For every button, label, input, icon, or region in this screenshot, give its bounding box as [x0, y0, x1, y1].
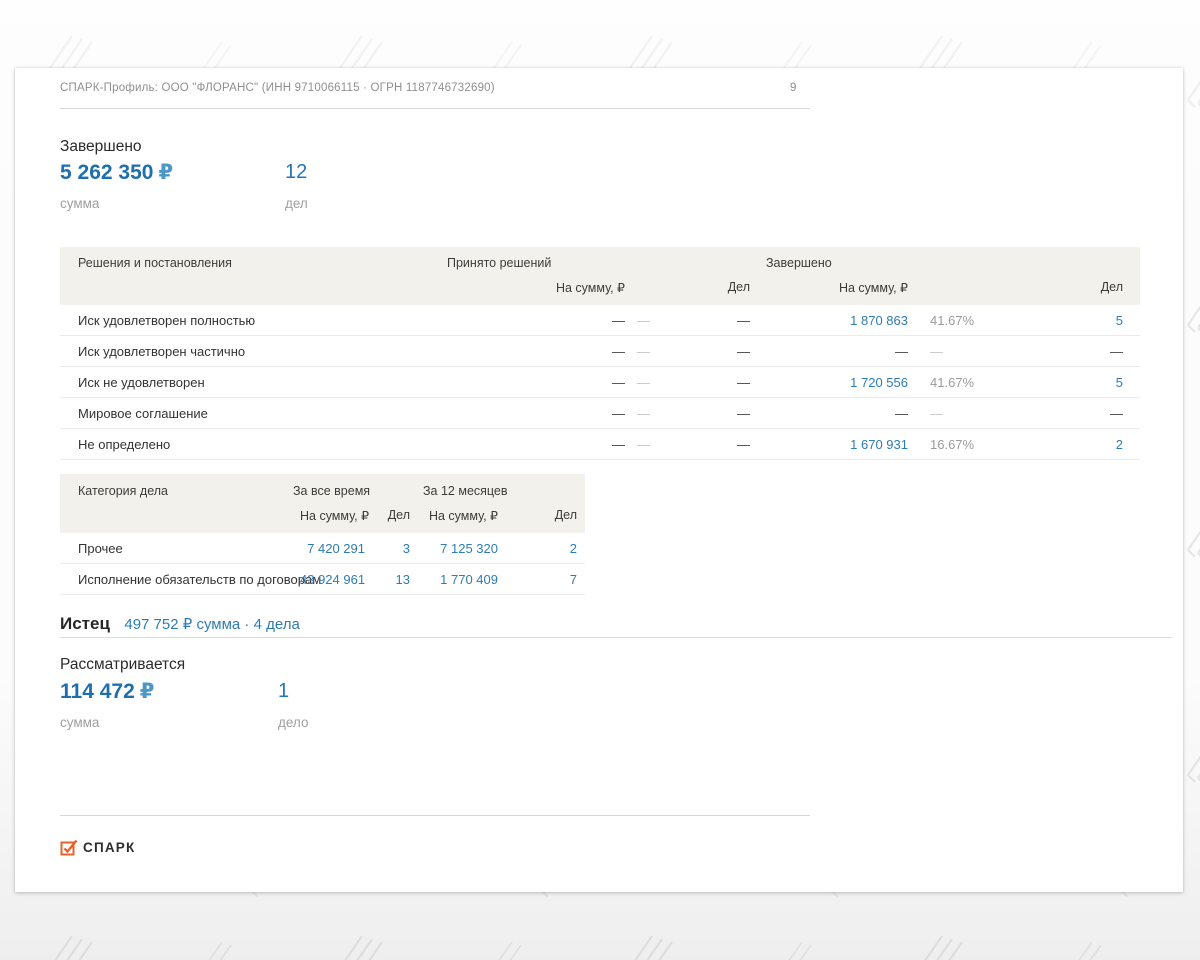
completed-cases: 2: [1000, 437, 1123, 452]
decisions-table: Решения и постановления Принято решений …: [60, 247, 1140, 460]
completed-percent: —: [908, 406, 1000, 421]
document-title: СПАРК-Профиль: ООО "ФЛОРАНС" (ИНН 971006…: [60, 82, 495, 94]
completed-amount: 5 262 350₽: [60, 160, 173, 185]
accepted-percent: —: [625, 437, 715, 452]
accepted-percent: —: [625, 344, 715, 359]
in-progress-amount: 114 472₽: [60, 679, 154, 704]
row-label: Мировое соглашение: [60, 406, 500, 421]
completed-percent: 41.67%: [908, 375, 1000, 390]
row-label: Прочее: [60, 541, 300, 556]
table-row: Не определено — — — 1 670 931 16.67% 2: [60, 429, 1140, 460]
accepted-cases-header: Дел: [715, 280, 750, 295]
page-number: 9: [790, 82, 796, 94]
in-progress-amount-label: сумма: [60, 715, 99, 730]
categories-table: Категория дела За все время За 12 месяце…: [60, 474, 585, 595]
12-months-sum-header: На сумму, ₽: [410, 508, 498, 523]
decisions-table-header: Решения и постановления Принято решений …: [60, 247, 1140, 305]
document-page: СПАРК-Профиль: ООО "ФЛОРАНС" (ИНН 971006…: [15, 68, 1183, 892]
ruble-sign: ₽: [140, 680, 155, 703]
accepted-sum: —: [500, 313, 625, 328]
accepted-sum: —: [500, 437, 625, 452]
completed-cases-header: Дел: [1000, 280, 1123, 295]
completed-sum-header: На сумму, ₽: [750, 280, 908, 295]
completed-amount-label: сумма: [60, 196, 99, 211]
spark-logo-text: СПАРК: [83, 840, 135, 855]
accepted-cases: —: [715, 344, 750, 359]
accepted-sum: —: [500, 406, 625, 421]
completed-cases: —: [1000, 406, 1123, 421]
table-row: Мировое соглашение — — — — — —: [60, 398, 1140, 429]
all-time-cases: 13: [365, 572, 410, 587]
in-progress-section-title: Рассматривается: [60, 656, 185, 674]
plaintiff-title: Истец: [60, 614, 110, 633]
completed-percent: 16.67%: [908, 437, 1000, 452]
decisions-subheader-row: На сумму, ₽ Дел На сумму, ₽ Дел: [60, 280, 1140, 295]
completed-section-title: Завершено: [60, 138, 142, 156]
decisions-group-completed: Завершено: [766, 256, 832, 270]
all-time-cases: 3: [365, 541, 410, 556]
categories-table-header: Категория дела За все время За 12 месяце…: [60, 474, 585, 533]
completed-cases-label: дел: [285, 196, 308, 211]
table-row: Иск удовлетворен частично — — — — — —: [60, 336, 1140, 367]
table-row: Исполнение обязательств по договорам 43 …: [60, 564, 585, 595]
table-row: Иск не удовлетворен — — — 1 720 556 41.6…: [60, 367, 1140, 398]
completed-cases-count: 12: [285, 161, 307, 184]
categories-subheader-row: На сумму, ₽ Дел На сумму, ₽ Дел: [60, 508, 585, 523]
all-time-cases-header: Дел: [365, 508, 410, 523]
completed-amount-value: 5 262 350: [60, 161, 153, 184]
in-progress-cases-label: дело: [278, 715, 308, 730]
table-row: Прочее 7 420 291 3 7 125 320 2: [60, 533, 585, 564]
categories-group-all-time: За все время: [293, 484, 370, 498]
row-label: Иск не удовлетворен: [60, 375, 500, 390]
12-months-sum: 7 125 320: [410, 541, 498, 556]
accepted-sum-header: На сумму, ₽: [500, 280, 625, 295]
plaintiff-section-heading: Истец 497 752 ₽ сумма · 4 дела: [60, 614, 300, 634]
12-months-cases: 7: [498, 572, 577, 587]
table-row: Иск удовлетворен полностью — — — 1 870 8…: [60, 305, 1140, 336]
row-label: Исполнение обязательств по договорам: [60, 572, 300, 587]
ruble-sign: ₽: [158, 161, 173, 184]
in-progress-cases-count: 1: [278, 680, 289, 703]
completed-cases: 5: [1000, 375, 1123, 390]
accepted-percent: —: [625, 406, 715, 421]
accepted-cases: —: [715, 437, 750, 452]
completed-percent: —: [908, 344, 1000, 359]
decisions-group-accepted: Принято решений: [447, 256, 551, 270]
12-months-cases: 2: [498, 541, 577, 556]
accepted-sum: —: [500, 344, 625, 359]
all-time-sum: 43 924 961: [300, 572, 365, 587]
header-divider: [60, 108, 810, 109]
categories-label-header: Категория дела: [78, 484, 168, 498]
row-label: Не определено: [60, 437, 500, 452]
plaintiff-divider: [60, 637, 1172, 638]
completed-sum: 1 670 931: [750, 437, 908, 452]
12-months-cases-header: Дел: [498, 508, 577, 523]
completed-sum: 1 870 863: [750, 313, 908, 328]
accepted-cases: —: [715, 375, 750, 390]
completed-sum: —: [750, 406, 908, 421]
accepted-sum: —: [500, 375, 625, 390]
12-months-sum: 1 770 409: [410, 572, 498, 587]
spark-checkbox-icon: [60, 838, 79, 857]
plaintiff-summary: 497 752 ₽ сумма · 4 дела: [124, 616, 299, 633]
accepted-percent: —: [625, 313, 715, 328]
row-label: Иск удовлетворен полностью: [60, 313, 500, 328]
completed-sum: —: [750, 344, 908, 359]
all-time-sum-header: На сумму, ₽: [300, 508, 365, 523]
completed-cases: 5: [1000, 313, 1123, 328]
accepted-percent: —: [625, 375, 715, 390]
in-progress-amount-value: 114 472: [60, 680, 135, 703]
completed-cases: —: [1000, 344, 1123, 359]
footer-divider: [60, 815, 810, 816]
row-label: Иск удовлетворен частично: [60, 344, 500, 359]
completed-sum: 1 720 556: [750, 375, 908, 390]
completed-percent: 41.67%: [908, 313, 1000, 328]
spark-logo: СПАРК: [60, 838, 135, 857]
all-time-sum: 7 420 291: [300, 541, 365, 556]
accepted-cases: —: [715, 313, 750, 328]
accepted-cases: —: [715, 406, 750, 421]
decisions-label-header: Решения и постановления: [78, 256, 232, 270]
categories-group-12-months: За 12 месяцев: [423, 484, 508, 498]
